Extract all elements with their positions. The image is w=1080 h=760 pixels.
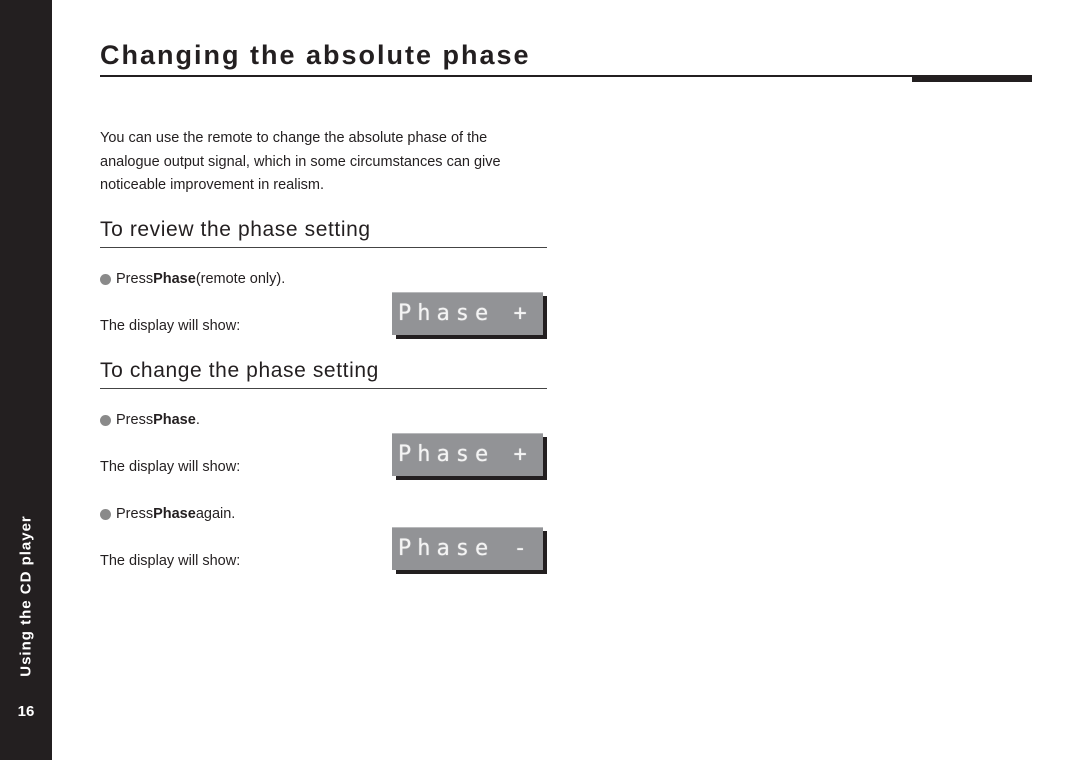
lcd-text: Phase + (398, 301, 533, 326)
title-rule (100, 75, 1032, 77)
step-text: again. (195, 506, 236, 522)
page-number: 16 (17, 703, 35, 720)
section-rule (100, 388, 547, 389)
lcd-display: Phase + (392, 292, 543, 335)
step-press-phase: Press Phase. (100, 412, 200, 428)
step-press-phase: Press Phase (remote only). (100, 271, 285, 287)
step-text: Press (116, 271, 154, 287)
display-label: The display will show: (100, 459, 241, 475)
step-press-phase-again: Press Phase again. (100, 506, 235, 522)
lcd-text: Phase - (398, 536, 533, 561)
title-bar-accent (912, 75, 1032, 82)
intro-paragraph: You can use the remote to change the abs… (100, 130, 501, 193)
lcd-text: Phase + (398, 442, 533, 467)
display-label: The display will show: (100, 318, 241, 334)
step-text: (remote only). (195, 271, 286, 287)
lcd-display: Phase - (392, 527, 543, 570)
section-heading-change: To change the phase setting (100, 359, 379, 382)
key-name: Phase (153, 271, 196, 287)
side-tab: Using the CD player 16 (0, 0, 52, 760)
display-label: The display will show: (100, 553, 241, 569)
key-name: Phase (153, 506, 196, 522)
bullet-icon (100, 508, 111, 520)
step-text: Press (116, 412, 154, 428)
page-title: Changing the absolute phase (100, 40, 531, 70)
key-name: Phase (153, 412, 196, 428)
section-heading-review: To review the phase setting (100, 218, 371, 241)
section-label: Using the CD player (17, 515, 35, 677)
lcd-display: Phase + (392, 433, 543, 476)
bullet-icon (100, 414, 111, 426)
section-rule (100, 247, 547, 248)
step-text: . (195, 412, 200, 428)
bullet-icon (100, 273, 111, 285)
step-text: Press (116, 506, 154, 522)
